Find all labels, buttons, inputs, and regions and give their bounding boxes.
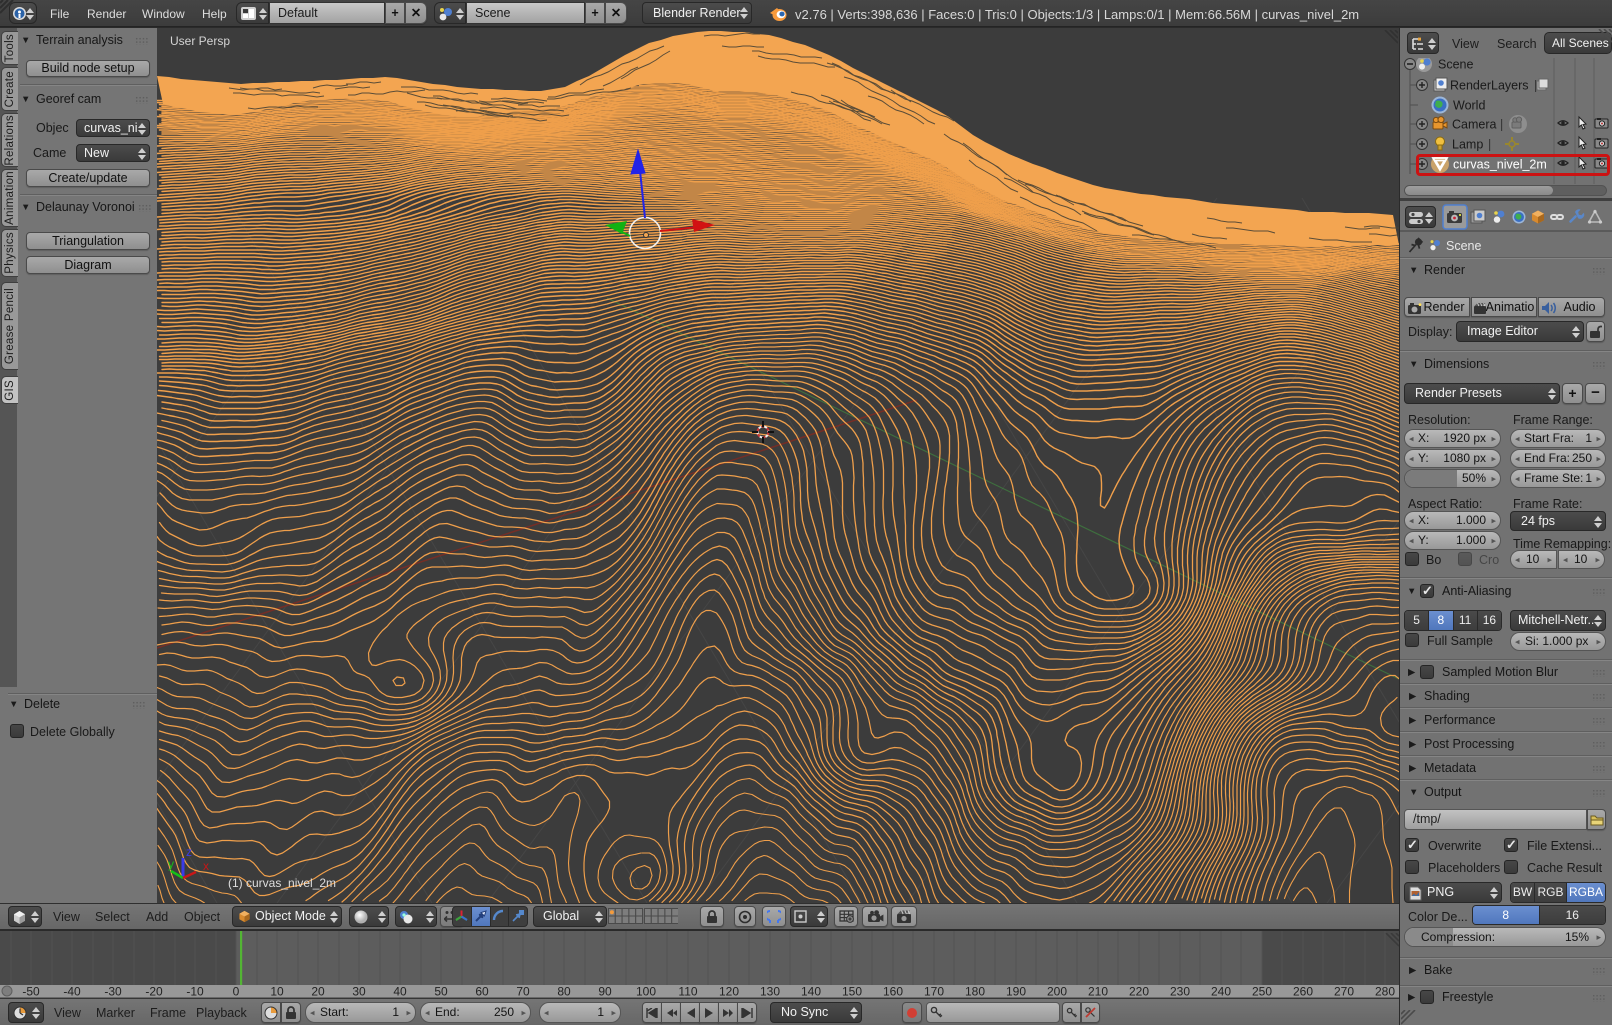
svg-text:|: | — [1488, 138, 1491, 152]
svg-text:RenderLayers: RenderLayers — [1450, 79, 1529, 93]
svg-text:100: 100 — [636, 985, 656, 999]
svg-text:40: 40 — [393, 985, 407, 999]
svg-text:140: 140 — [801, 985, 821, 999]
svg-text:270: 270 — [1334, 985, 1354, 999]
svg-text:30: 30 — [352, 985, 366, 999]
svg-text:80: 80 — [557, 985, 571, 999]
svg-text:120: 120 — [719, 985, 739, 999]
svg-text:70: 70 — [516, 985, 530, 999]
svg-text:210: 210 — [1088, 985, 1108, 999]
svg-text:200: 200 — [1047, 985, 1067, 999]
svg-text:|: | — [1500, 118, 1503, 132]
svg-text:Lamp: Lamp — [1452, 138, 1483, 152]
svg-text:50: 50 — [434, 985, 448, 999]
svg-text:230: 230 — [1170, 985, 1190, 999]
svg-text:z: z — [186, 845, 192, 859]
svg-text:-20: -20 — [145, 985, 163, 999]
svg-text:y: y — [168, 857, 174, 871]
svg-text:Camera: Camera — [1452, 118, 1497, 132]
svg-text:10: 10 — [270, 985, 284, 999]
svg-text:60: 60 — [475, 985, 489, 999]
svg-text:-30: -30 — [104, 985, 122, 999]
svg-text:280: 280 — [1375, 985, 1395, 999]
svg-text:160: 160 — [883, 985, 903, 999]
svg-text:220: 220 — [1129, 985, 1149, 999]
svg-text:240: 240 — [1211, 985, 1231, 999]
svg-text:130: 130 — [760, 985, 780, 999]
svg-text:190: 190 — [1006, 985, 1026, 999]
svg-text:250: 250 — [1252, 985, 1272, 999]
svg-text:110: 110 — [678, 985, 697, 999]
svg-text:260: 260 — [1293, 985, 1313, 999]
svg-text:150: 150 — [842, 985, 862, 999]
svg-text:Scene: Scene — [1438, 58, 1473, 72]
svg-text:x: x — [203, 859, 209, 873]
svg-text:-50: -50 — [22, 985, 40, 999]
svg-text:20: 20 — [311, 985, 325, 999]
svg-text:90: 90 — [598, 985, 612, 999]
svg-text:180: 180 — [965, 985, 985, 999]
svg-text:170: 170 — [924, 985, 944, 999]
svg-text:0: 0 — [233, 985, 240, 999]
svg-text:World: World — [1453, 99, 1485, 113]
svg-text:-10: -10 — [186, 985, 204, 999]
svg-text:-40: -40 — [63, 985, 81, 999]
